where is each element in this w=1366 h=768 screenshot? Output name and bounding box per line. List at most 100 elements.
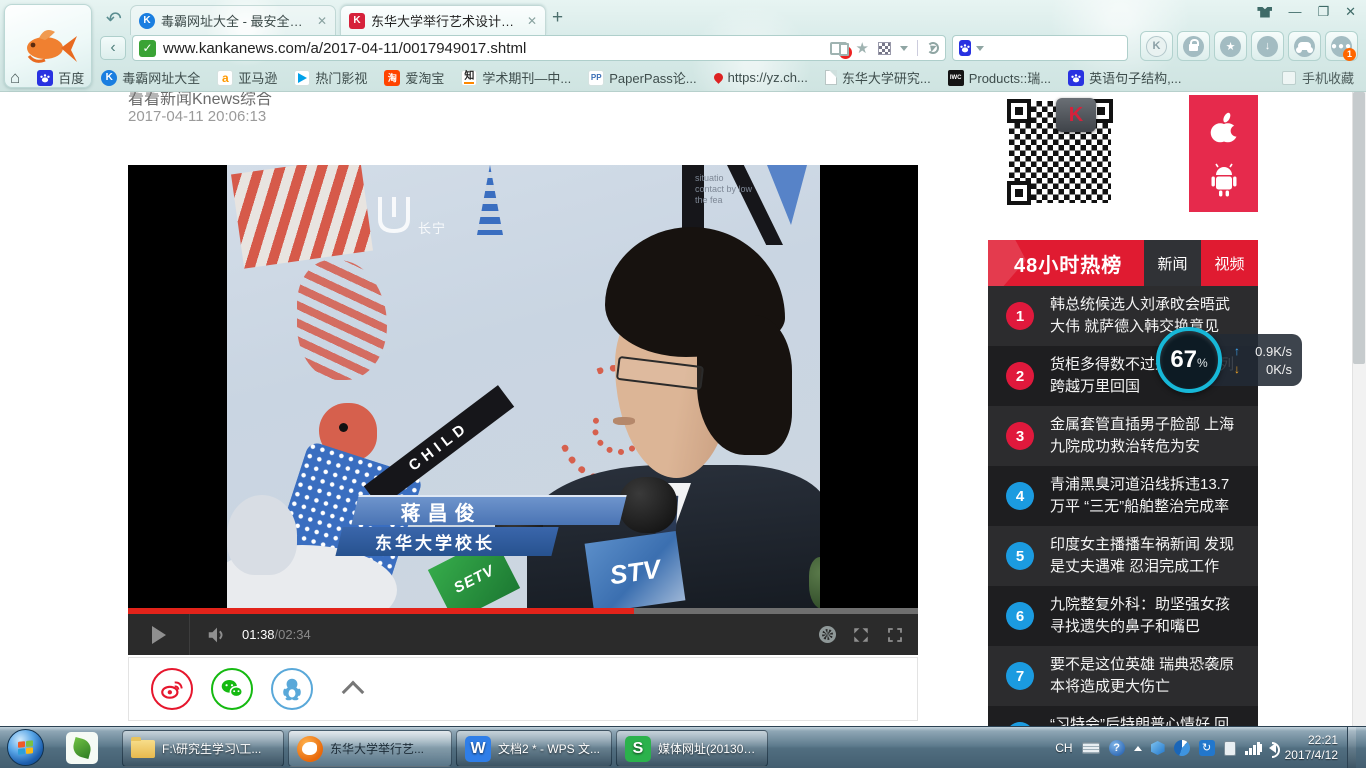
android-logo-icon [1206, 163, 1242, 197]
url-text[interactable]: www.kankanews.com/a/2017-04-11/001794901… [163, 40, 526, 57]
keyboard-icon[interactable] [1082, 742, 1100, 754]
theater-mode-icon[interactable] [852, 626, 870, 644]
divider [917, 40, 918, 56]
cube-tray-icon[interactable] [1151, 741, 1165, 755]
wps-spreadsheet-icon: S [625, 736, 651, 762]
bookmark-english[interactable]: 英语句子结构,... [1068, 68, 1181, 87]
fullscreen-icon[interactable] [886, 626, 904, 644]
article-source: 看看新闻Knews综合 [128, 92, 272, 109]
taskbar-button-wps-writer[interactable]: W 文档2 * - WPS 文... [456, 730, 612, 767]
play-button[interactable] [128, 614, 190, 655]
tab-duba-homepage[interactable]: K 毒霸网址大全 - 最安全实... ✕ [130, 5, 336, 35]
share-weibo-button[interactable] [151, 668, 193, 710]
hot-item-3[interactable]: 3 金属套管直插男子脸部 上海九院成功救治转危为安 [988, 406, 1258, 466]
address-bar[interactable]: ✓ www.kankanews.com/a/2017-04-11/0017949… [132, 35, 946, 61]
taskbar-button-folder[interactable]: F:\研究生学习\工... [122, 730, 284, 767]
skin-theme-icon[interactable] [1257, 7, 1272, 18]
qr-code-icon[interactable] [878, 42, 891, 55]
tab-video[interactable]: 视频 [1201, 240, 1258, 286]
qr-finder [1007, 99, 1031, 123]
app-qr-module: K [988, 92, 1258, 212]
clock[interactable]: 22:21 2017/4/12 [1285, 733, 1338, 763]
clipboard-tray-icon[interactable] [1224, 741, 1236, 756]
minimize-button[interactable]: — [1288, 4, 1301, 20]
show-desktop-button[interactable] [1347, 727, 1356, 768]
restore-button[interactable]: ❐ [1317, 4, 1329, 20]
search-input[interactable] [989, 36, 1144, 60]
start-button[interactable] [7, 729, 44, 766]
mobile-favorites[interactable]: 手机收藏 [1282, 68, 1354, 87]
search-box[interactable] [952, 35, 1128, 61]
poster-shape [231, 165, 373, 269]
taskbar-button-browser[interactable]: 东华大学举行艺... [288, 730, 452, 767]
tab-kankanews-active[interactable]: K 东华大学举行艺术设计毕... ✕ [340, 5, 546, 35]
address-back-button[interactable]: ‹ [100, 36, 126, 60]
speaker-name-banner: 蒋昌俊 [351, 495, 626, 525]
show-hidden-icons[interactable] [1134, 746, 1142, 751]
bookmark-donghua[interactable]: 东华大学研究... [825, 68, 931, 87]
toolbar-security-button[interactable] [1177, 31, 1210, 61]
bookmark-products[interactable]: IWC Products::瑞... [948, 68, 1051, 87]
bookmark-baidu[interactable]: 百度 [37, 68, 84, 87]
language-indicator[interactable]: CH [1055, 741, 1072, 755]
toolbar-favorites-button[interactable]: ★ [1214, 31, 1247, 61]
percent-sign: % [1197, 356, 1208, 370]
bookmark-amazon[interactable]: a 亚马逊 [217, 68, 277, 87]
hot-item-4[interactable]: 4 青浦黑臭河道沿线拆违13.7万平 “三无”船舶整治完成率 [988, 466, 1258, 526]
bookmark-taobao[interactable]: 淘 爱淘宝 [384, 68, 444, 87]
bookmark-journal[interactable]: 知 学术期刊—中... [461, 68, 571, 87]
speed-monitor-widget[interactable]: ↑0.9K/s ↓0K/s 67 % [1156, 327, 1302, 393]
hot-item-5[interactable]: 5 印度女主播播车祸新闻 发现是丈夫遇难 忍泪完成工作 [988, 526, 1258, 586]
tab-close-icon[interactable]: ✕ [317, 14, 327, 28]
share-qq-button[interactable] [271, 668, 313, 710]
clock-time: 22:21 [1308, 733, 1338, 747]
toolbar-games-button[interactable] [1288, 31, 1321, 61]
bookmark-videos[interactable]: 热门影视 [294, 68, 367, 87]
hot-item-7[interactable]: 7 要不是这位英雄 瑞典恐袭原本将造成更大伤亡 [988, 646, 1258, 706]
volume-tray-icon[interactable] [1269, 743, 1276, 753]
share-wechat-button[interactable] [211, 668, 253, 710]
tab-close-icon[interactable]: ✕ [527, 14, 537, 28]
taskbar-button-wps-sheet[interactable]: S 媒体网址(201304... [616, 730, 768, 767]
toolbar-duba-button[interactable]: K [1140, 31, 1173, 61]
toolbar-more-button[interactable]: ●●● 1 [1325, 31, 1358, 61]
help-tray-icon[interactable]: ? [1109, 740, 1125, 756]
chevron-down-icon[interactable] [900, 46, 908, 51]
volume-icon[interactable] [206, 624, 228, 646]
progress-ring[interactable]: 67 % [1156, 327, 1222, 393]
collapse-chevron-icon[interactable] [342, 681, 365, 704]
hot-item-8[interactable]: 8 “习特会”后特朗普心情好 回 [988, 706, 1258, 726]
more-badge: 1 [1343, 48, 1356, 61]
kankanews-logo-badge: K [1056, 98, 1096, 132]
tab-news[interactable]: 新闻 [1144, 240, 1201, 286]
new-tab-button[interactable]: + [552, 7, 563, 29]
bookmark-duba[interactable]: K 毒霸网址大全 [101, 68, 200, 87]
bookmark-yz[interactable]: https://yz.ch... [714, 70, 808, 85]
scrollbar-thumb[interactable] [1353, 92, 1365, 364]
sync-tray-icon[interactable]: ↻ [1199, 740, 1215, 756]
coreldraw-icon[interactable] [66, 732, 98, 764]
rank-badge: 6 [1006, 602, 1034, 630]
refresh-icon[interactable] [927, 42, 939, 54]
bookmark-star-icon[interactable]: ★ [856, 39, 869, 57]
browser-tray-icon[interactable] [1174, 740, 1190, 756]
chrome-back-arrow-icon[interactable]: ↶ [106, 8, 122, 31]
baidu-search-icon[interactable] [959, 40, 971, 56]
app-download-panel[interactable] [1189, 95, 1258, 212]
settings-gear-icon[interactable] [819, 626, 836, 643]
windows-flag-icon [18, 740, 34, 756]
rank-badge: 1 [1006, 302, 1034, 330]
hot-item-6[interactable]: 6 九院整复外科：助坚强女孩寻找遗失的鼻子和嘴巴 [988, 586, 1258, 646]
video-player[interactable]: situatio contact by low the fea 长宁 CHILD [128, 165, 918, 608]
hot-ranking-header: 48小时热榜 新闻 视频 [988, 240, 1258, 286]
qr-finder [1007, 181, 1031, 205]
bookmark-paperpass[interactable]: PP PaperPass论... [588, 68, 696, 87]
page-scrollbar[interactable] [1352, 92, 1366, 726]
speaker-title-banner: 东华大学校长 [335, 527, 558, 556]
close-button[interactable]: ✕ [1345, 4, 1356, 20]
chevron-down-icon[interactable] [976, 46, 984, 51]
bookmark-home[interactable]: ⌂ [10, 68, 20, 88]
system-tray: CH ? ↻ 22:21 2017/4/12 [1055, 727, 1356, 768]
send-to-mobile-icon[interactable]: 3 [830, 42, 847, 55]
toolbar-download-button[interactable]: ↓ [1251, 31, 1284, 61]
